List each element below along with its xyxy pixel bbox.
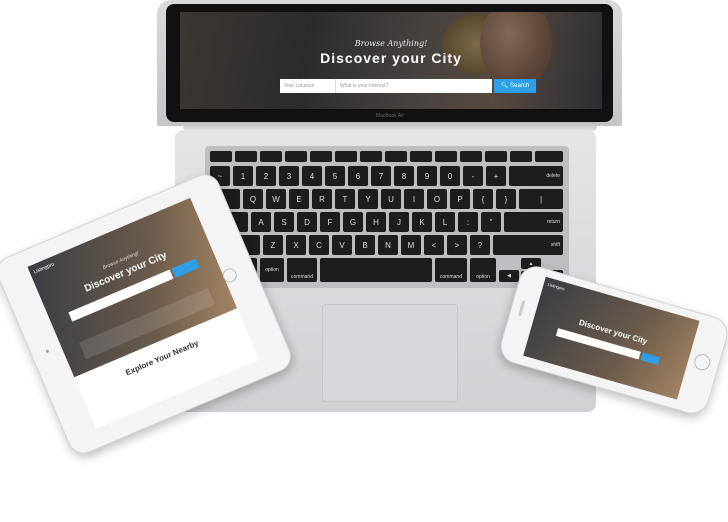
key-5[interactable]: 5 xyxy=(325,166,345,186)
key-7[interactable]: 7 xyxy=(371,166,391,186)
key-less-than[interactable]: < xyxy=(424,235,444,255)
laptop-screen: Browse Anything! Discover your City Your… xyxy=(180,12,602,109)
key-f9[interactable] xyxy=(435,151,457,162)
search-icon: 🔍︎ xyxy=(500,83,511,89)
key-4[interactable]: 4 xyxy=(302,166,322,186)
key-greater-than[interactable]: > xyxy=(447,235,467,255)
hero-search-bar: Your Location What is your interest? xyxy=(280,79,492,93)
key-power[interactable] xyxy=(535,151,563,162)
key-plus[interactable]: + xyxy=(486,166,506,186)
key-lbrace[interactable]: { xyxy=(473,189,493,209)
tablet-hero: Listingpro Browse Anything! Discover you… xyxy=(27,197,238,378)
tablet-search-button[interactable] xyxy=(171,258,200,278)
phone-device: Listingpro Discover your City xyxy=(496,262,728,418)
key-f[interactable]: F xyxy=(320,212,340,232)
key-rbrace[interactable]: } xyxy=(496,189,516,209)
hero-subtitle: Browse Anything! xyxy=(354,39,428,48)
key-l[interactable]: L xyxy=(435,212,455,232)
key-return[interactable]: return xyxy=(504,212,563,232)
key-option-right[interactable]: option xyxy=(470,258,496,282)
phone-home-button[interactable] xyxy=(692,352,713,373)
key-d[interactable]: D xyxy=(297,212,317,232)
key-f2[interactable] xyxy=(260,151,282,162)
key-command-right[interactable]: command xyxy=(435,258,467,282)
key-f11[interactable] xyxy=(485,151,507,162)
laptop-model-label: MacBook Air xyxy=(375,113,405,119)
key-pipe[interactable]: | xyxy=(519,189,563,209)
key-6[interactable]: 6 xyxy=(348,166,368,186)
key-b[interactable]: B xyxy=(355,235,375,255)
key-f7[interactable] xyxy=(385,151,407,162)
key-j[interactable]: J xyxy=(389,212,409,232)
key-f1[interactable] xyxy=(235,151,257,162)
key-f3[interactable] xyxy=(285,151,307,162)
key-8[interactable]: 8 xyxy=(394,166,414,186)
key-f4[interactable] xyxy=(310,151,332,162)
key-r[interactable]: R xyxy=(312,189,332,209)
hero-title: Discover your City xyxy=(320,50,462,66)
key-1[interactable]: 1 xyxy=(233,166,253,186)
key-f10[interactable] xyxy=(460,151,482,162)
phone-speaker xyxy=(518,300,526,317)
key-colon[interactable]: : xyxy=(458,212,478,232)
tablet-subtitle: Browse Anything! xyxy=(101,250,140,272)
key-f6[interactable] xyxy=(360,151,382,162)
tablet-body: Listingpro Browse Anything! Discover you… xyxy=(0,169,296,459)
key-f12[interactable] xyxy=(510,151,532,162)
key-p[interactable]: P xyxy=(450,189,470,209)
phone-brand: Listingpro xyxy=(547,281,566,292)
trackpad[interactable] xyxy=(322,304,458,402)
key-space[interactable] xyxy=(320,258,432,282)
phone-body: Listingpro Discover your City xyxy=(496,262,728,418)
key-command-left[interactable]: command xyxy=(287,258,317,282)
phone-screen: Listingpro Discover your City xyxy=(523,276,700,400)
key-minus[interactable]: - xyxy=(463,166,483,186)
key-esc[interactable] xyxy=(210,151,232,162)
key-o[interactable]: O xyxy=(427,189,447,209)
tablet-device: Listingpro Browse Anything! Discover you… xyxy=(0,169,296,459)
key-2[interactable]: 2 xyxy=(256,166,276,186)
tablet-brand: Listingpro xyxy=(32,261,56,276)
key-v[interactable]: V xyxy=(332,235,352,255)
search-button-label: Search xyxy=(510,83,530,89)
key-f8[interactable] xyxy=(410,151,432,162)
key-9[interactable]: 9 xyxy=(417,166,437,186)
key-n[interactable]: N xyxy=(378,235,398,255)
phone-search-button[interactable] xyxy=(640,352,660,366)
key-x[interactable]: X xyxy=(286,235,306,255)
query-input[interactable]: What is your interest? xyxy=(336,79,444,93)
tablet-camera xyxy=(45,349,50,354)
key-c[interactable]: C xyxy=(309,235,329,255)
location-input[interactable]: Your Location xyxy=(280,79,336,93)
key-g[interactable]: G xyxy=(343,212,363,232)
key-k[interactable]: K xyxy=(412,212,432,232)
key-delete[interactable]: delete xyxy=(509,166,563,186)
key-e[interactable]: E xyxy=(289,189,309,209)
search-button[interactable]: 🔍︎ Search xyxy=(494,79,536,93)
key-t[interactable]: T xyxy=(335,189,355,209)
key-y[interactable]: Y xyxy=(358,189,378,209)
key-u[interactable]: U xyxy=(381,189,401,209)
key-m[interactable]: M xyxy=(401,235,421,255)
key-question[interactable]: ? xyxy=(470,235,490,255)
key-shift-right[interactable]: shift xyxy=(493,235,563,255)
key-h[interactable]: H xyxy=(366,212,386,232)
key-quote[interactable]: " xyxy=(481,212,501,232)
tablet-screen: Listingpro Browse Anything! Discover you… xyxy=(27,197,259,429)
key-3[interactable]: 3 xyxy=(279,166,299,186)
key-0[interactable]: 0 xyxy=(440,166,460,186)
key-i[interactable]: I xyxy=(404,189,424,209)
key-f5[interactable] xyxy=(335,151,357,162)
